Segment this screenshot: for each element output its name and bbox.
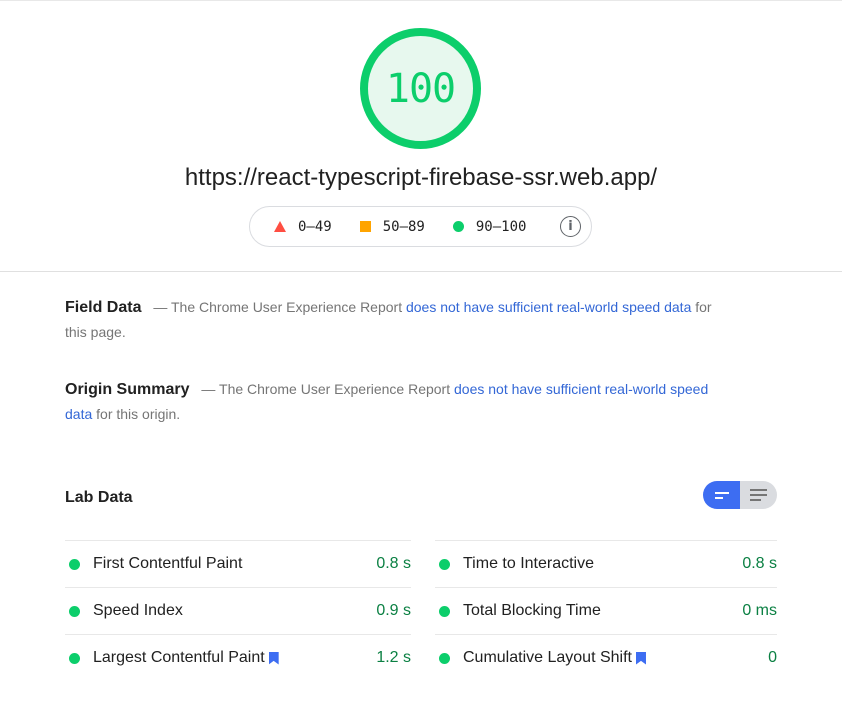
metric-label: Total Blocking Time <box>463 602 601 619</box>
metric-first-contentful-paint: First Contentful Paint 0.8 s <box>65 540 411 587</box>
origin-summary-section: Origin Summary — The Chrome User Experie… <box>65 377 715 427</box>
expanded-view-icon-line <box>750 499 761 501</box>
triangle-fail-icon <box>274 221 286 232</box>
expanded-view-button[interactable] <box>740 481 777 509</box>
square-average-icon <box>359 221 371 232</box>
field-data-link[interactable]: does not have sufficient real-world spee… <box>406 299 691 315</box>
metric-view-toggle[interactable] <box>703 481 777 509</box>
compact-view-icon <box>714 491 729 494</box>
compact-view-icon-line <box>714 496 723 499</box>
performance-score-gauge: 100 <box>360 28 481 149</box>
metric-value: 0.8 s <box>376 555 411 572</box>
expanded-view-icon <box>750 489 767 491</box>
score-value: 100 <box>385 65 456 112</box>
legend-average: 50–89 <box>359 218 425 235</box>
section-divider <box>0 271 842 272</box>
info-icon[interactable]: i <box>560 216 581 237</box>
pass-dot-icon <box>69 558 80 570</box>
metric-value: 1.2 s <box>376 649 411 666</box>
legend-fail-label: 0–49 <box>298 218 332 235</box>
field-data-section: Field Data — The Chrome User Experience … <box>65 295 715 345</box>
pass-dot-icon <box>439 558 450 570</box>
pass-dot-icon <box>439 652 450 664</box>
bookmark-icon <box>268 651 279 665</box>
metric-label: First Contentful Paint <box>93 555 243 572</box>
metric-label: Cumulative Layout Shift <box>463 649 632 666</box>
legend-pass-label: 90–100 <box>475 218 527 235</box>
metric-total-blocking-time: Total Blocking Time 0 ms <box>435 587 777 634</box>
metric-speed-index: Speed Index 0.9 s <box>65 587 411 634</box>
origin-summary-suffix: for this origin. <box>92 406 181 422</box>
legend-pass: 90–100 <box>452 218 527 235</box>
origin-summary-heading: Origin Summary <box>65 381 190 398</box>
origin-summary-prefix: — The Chrome User Experience Report <box>201 381 454 397</box>
pass-dot-icon <box>439 605 450 617</box>
top-divider <box>0 0 842 1</box>
pass-dot-icon <box>69 652 80 664</box>
metric-label: Time to Interactive <box>463 555 595 572</box>
metric-time-to-interactive: Time to Interactive 0.8 s <box>435 540 777 587</box>
metric-largest-contentful-paint: Largest Contentful Paint 1.2 s <box>65 634 411 681</box>
field-data-heading: Field Data <box>65 299 142 316</box>
field-data-prefix: — The Chrome User Experience Report <box>153 299 406 315</box>
metric-value: 0.9 s <box>376 602 411 619</box>
score-legend: 0–49 50–89 90–100 i <box>249 206 592 247</box>
pass-dot-icon <box>69 605 80 617</box>
metric-value: 0.8 s <box>742 555 777 572</box>
metric-value: 0 <box>768 649 777 666</box>
lab-data-heading: Lab Data <box>65 489 133 506</box>
page-url: https://react-typescript-firebase-ssr.we… <box>184 164 658 191</box>
compact-view-button[interactable] <box>703 481 740 509</box>
metric-label: Largest Contentful Paint <box>93 649 265 666</box>
circle-pass-icon <box>452 221 464 232</box>
bookmark-icon <box>635 651 646 665</box>
metric-cumulative-layout-shift: Cumulative Layout Shift 0 <box>435 634 777 681</box>
legend-average-label: 50–89 <box>382 218 425 235</box>
legend-fail: 0–49 <box>274 219 332 235</box>
expanded-view-icon-line <box>750 494 767 496</box>
metrics-column-left: First Contentful Paint 0.8 s Speed Index… <box>65 540 411 681</box>
metric-label: Speed Index <box>93 602 183 619</box>
metric-value: 0 ms <box>742 602 777 619</box>
metrics-column-right: Time to Interactive 0.8 s Total Blocking… <box>435 540 777 681</box>
